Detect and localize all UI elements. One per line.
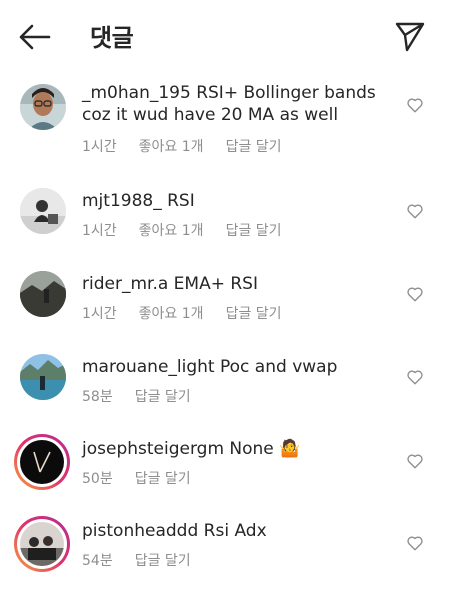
- heart-icon: [407, 287, 423, 302]
- comment-item: pistonheaddd Rsi Adx 54분 답글 달기: [0, 516, 450, 578]
- comment-username[interactable]: _m0han_195: [82, 83, 191, 103]
- user-photo-icon: [20, 188, 66, 234]
- reply-button[interactable]: 답글 달기: [135, 553, 191, 569]
- comment-meta: 50분 답글 달기: [82, 468, 213, 488]
- user-photo-icon: [20, 354, 66, 400]
- comment-username[interactable]: marouane_light: [82, 357, 215, 377]
- comment-text: mjt1988_ RSI: [82, 190, 382, 212]
- comment-meta: 54분 답글 달기: [82, 550, 213, 570]
- comment-time: 1시간: [82, 139, 117, 155]
- heart-icon: [407, 98, 423, 113]
- comment-meta: 58분 답글 달기: [82, 386, 213, 406]
- like-button[interactable]: [406, 96, 424, 114]
- avatar[interactable]: [20, 188, 66, 234]
- comment-username[interactable]: rider_mr.a: [82, 274, 168, 294]
- comment-username[interactable]: josephsteigergm: [82, 439, 224, 459]
- comment-text: pistonheaddd Rsi Adx: [82, 520, 382, 542]
- comment-item: rider_mr.a EMA+ RSI 1시간 좋아요 1개 답글 달기: [0, 271, 450, 331]
- back-button[interactable]: [18, 22, 52, 52]
- comment-item: josephsteigergm None 🤷 50분 답글 달기: [0, 434, 450, 496]
- comment-text: josephsteigergm None 🤷: [82, 438, 382, 460]
- reply-button[interactable]: 답글 달기: [135, 389, 191, 405]
- reply-button[interactable]: 답글 달기: [226, 139, 282, 155]
- comment-time: 1시간: [82, 223, 117, 239]
- comment-body: None 🤷: [224, 439, 301, 459]
- like-button[interactable]: [406, 452, 424, 470]
- arrow-left-icon: [19, 24, 51, 50]
- avatar[interactable]: [20, 354, 66, 400]
- comment-body: Rsi Adx: [198, 521, 267, 541]
- heart-icon: [407, 454, 423, 469]
- comment-item: marouane_light Poc and vwap 58분 답글 달기: [0, 354, 450, 414]
- avatar: [20, 440, 64, 484]
- comment-body: Poc and vwap: [214, 357, 338, 377]
- comment-meta: 1시간 좋아요 1개 답글 달기: [82, 136, 304, 156]
- comment-meta: 1시간 좋아요 1개 답글 달기: [82, 220, 304, 240]
- avatar[interactable]: [20, 271, 66, 317]
- comment-time: 50분: [82, 471, 113, 487]
- comment-meta: 1시간 좋아요 1개 답글 달기: [82, 303, 304, 323]
- reply-button[interactable]: 답글 달기: [226, 306, 282, 322]
- comment-time: 1시간: [82, 306, 117, 322]
- heart-icon: [407, 204, 423, 219]
- page-title: 댓글: [90, 24, 134, 52]
- comment-text: rider_mr.a EMA+ RSI: [82, 273, 382, 295]
- comment-time: 54분: [82, 553, 113, 569]
- like-button[interactable]: [406, 368, 424, 386]
- user-photo-icon: [20, 84, 66, 130]
- comment-body: EMA+ RSI: [168, 274, 258, 294]
- user-photo-icon: [20, 522, 64, 566]
- comment-likes[interactable]: 좋아요 1개: [139, 223, 204, 239]
- comment-item: _m0han_195 RSI+ Bollinger bands coz it w…: [0, 82, 450, 162]
- comment-likes[interactable]: 좋아요 1개: [139, 306, 204, 322]
- comment-username[interactable]: mjt1988_: [82, 191, 162, 211]
- heart-icon: [407, 536, 423, 551]
- heart-icon: [407, 370, 423, 385]
- like-button[interactable]: [406, 534, 424, 552]
- comment-likes[interactable]: 좋아요 1개: [139, 139, 204, 155]
- avatar[interactable]: [20, 84, 66, 130]
- user-logo-icon: [20, 440, 64, 484]
- comment-text: marouane_light Poc and vwap: [82, 356, 382, 378]
- avatar-story-ring[interactable]: [14, 516, 70, 572]
- like-button[interactable]: [406, 285, 424, 303]
- paper-plane-icon: [395, 22, 425, 52]
- avatar: [20, 522, 64, 566]
- reply-button[interactable]: 답글 달기: [226, 223, 282, 239]
- like-button[interactable]: [406, 202, 424, 220]
- avatar-story-ring[interactable]: [14, 434, 70, 490]
- reply-button[interactable]: 답글 달기: [135, 471, 191, 487]
- comment-body: RSI: [161, 191, 195, 211]
- header: 댓글: [0, 0, 450, 70]
- user-photo-icon: [20, 271, 66, 317]
- share-button[interactable]: [394, 20, 426, 52]
- comment-username[interactable]: pistonheaddd: [82, 521, 198, 541]
- comment-text: _m0han_195 RSI+ Bollinger bands coz it w…: [82, 82, 382, 126]
- comment-time: 58분: [82, 389, 113, 405]
- comment-item: mjt1988_ RSI 1시간 좋아요 1개 답글 달기: [0, 188, 450, 248]
